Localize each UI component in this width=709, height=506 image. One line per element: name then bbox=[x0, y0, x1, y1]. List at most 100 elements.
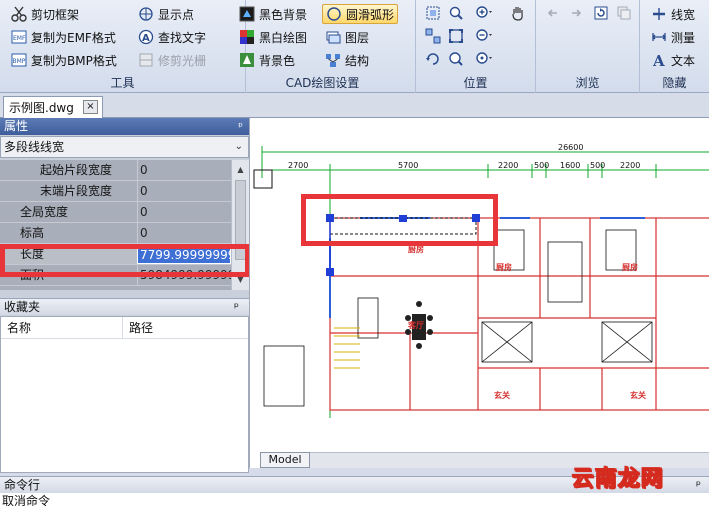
dimension-label: 2200 bbox=[620, 161, 640, 170]
zoom-region-icon[interactable] bbox=[423, 4, 443, 22]
show-points-button[interactable]: 显示点 bbox=[135, 4, 197, 24]
ribbon-group-tools: 剪切框架 EMF 复制为EMF格式 BMP 复制为BMP格式 显示点 A 查找文… bbox=[0, 0, 246, 93]
ribbon: 剪切框架 EMF 复制为EMF格式 BMP 复制为BMP格式 显示点 A 查找文… bbox=[0, 0, 709, 93]
black-bg-label: 黑色背景 bbox=[259, 7, 308, 22]
smooth-arc-label: 圆滑弧形 bbox=[346, 7, 395, 22]
drawing-canvas[interactable]: 26600 2700 5700 2200 500 1600 500 2200 厨… bbox=[249, 118, 709, 468]
property-row[interactable]: 标高 0 bbox=[0, 223, 231, 244]
chevron-down-icon: ⌄ bbox=[234, 141, 243, 152]
rotate-360-icon[interactable] bbox=[423, 50, 443, 68]
svg-text:A: A bbox=[142, 33, 150, 44]
find-text-button[interactable]: A 查找文字 bbox=[135, 27, 209, 47]
zoom-window-icon[interactable] bbox=[446, 4, 466, 22]
favorites-title: 收藏夹 bbox=[4, 300, 41, 314]
emf-icon: EMF bbox=[11, 29, 27, 45]
find-text-label: 查找文字 bbox=[158, 30, 207, 45]
scroll-up-icon[interactable]: ▲ bbox=[232, 162, 249, 178]
property-row[interactable]: 末端片段宽度 0 bbox=[0, 181, 231, 202]
trim-raster-label: 修剪光栅 bbox=[158, 53, 207, 68]
cut-frame-button[interactable]: 剪切框架 bbox=[8, 4, 82, 24]
document-tab-label: 示例图.dwg bbox=[9, 101, 74, 115]
properties-title: 属性 bbox=[4, 119, 29, 133]
document-tab-bar: 示例图.dwg × bbox=[0, 93, 709, 118]
trim-raster-button[interactable]: 修剪光栅 bbox=[135, 50, 209, 70]
document-tab[interactable]: 示例图.dwg × bbox=[3, 96, 103, 118]
line-width-label: 线宽 bbox=[671, 7, 696, 22]
property-value[interactable]: 0 bbox=[137, 181, 231, 201]
background-color-button[interactable]: 背景色 bbox=[236, 50, 298, 70]
object-type-value: 多段线线宽 bbox=[4, 140, 65, 154]
ribbon-group-caption: CAD绘图设置 bbox=[285, 76, 360, 90]
pin-icon[interactable]: ᵖ bbox=[696, 477, 701, 494]
layers-button[interactable]: 图层 bbox=[322, 27, 372, 47]
line-width-icon bbox=[651, 6, 667, 22]
layers-label: 图层 bbox=[345, 30, 370, 45]
ribbon-group-browse: 浏览 bbox=[536, 0, 640, 93]
dimension-label: 2700 bbox=[288, 161, 308, 170]
pin-icon[interactable]: ᵖ bbox=[234, 299, 239, 316]
ribbon-group-cad: 黑色背景 黑白绘图 背景色 圆滑弧形 图层 结构 CAD绘图设置 bbox=[230, 0, 416, 93]
svg-text:EMF: EMF bbox=[13, 35, 26, 42]
zoom-fit-icon[interactable] bbox=[446, 50, 466, 68]
copy-bmp-button[interactable]: BMP 复制为BMP格式 bbox=[8, 50, 120, 70]
dimension-label: 5700 bbox=[398, 161, 418, 170]
property-row[interactable]: 起始片段宽度 0 bbox=[0, 160, 231, 181]
copy-emf-button[interactable]: EMF 复制为EMF格式 bbox=[8, 27, 119, 47]
line-width-button[interactable]: 线宽 bbox=[648, 4, 698, 24]
scissors-icon bbox=[11, 6, 27, 22]
refresh-icon[interactable] bbox=[591, 4, 611, 22]
arrow-right-icon[interactable] bbox=[566, 4, 586, 22]
zoom-in-icon[interactable] bbox=[474, 4, 494, 22]
command-line-output[interactable]: 取消命令 bbox=[0, 493, 709, 506]
bw-drawing-button[interactable]: 黑白绘图 bbox=[236, 27, 310, 47]
property-row[interactable]: 全局宽度 0 bbox=[0, 202, 231, 223]
svg-text:BMP: BMP bbox=[13, 58, 26, 65]
room-label: 玄关 bbox=[630, 390, 646, 400]
arrow-left-icon[interactable] bbox=[543, 4, 563, 22]
column-name[interactable]: 名称 bbox=[1, 317, 123, 339]
pin-icon[interactable]: ᵖ bbox=[238, 118, 243, 135]
cut-frame-label: 剪切框架 bbox=[31, 7, 80, 22]
property-value[interactable]: 0 bbox=[137, 160, 231, 180]
zoom-out-icon[interactable] bbox=[474, 27, 494, 45]
raster-icon bbox=[138, 52, 154, 68]
room-label: 厨房 bbox=[496, 262, 512, 272]
model-tab[interactable]: Model bbox=[260, 452, 310, 468]
close-tab-icon[interactable]: × bbox=[83, 100, 98, 114]
ribbon-group-position: 位置 bbox=[416, 0, 536, 93]
watermark-logo: 云南龙网 bbox=[571, 467, 665, 493]
text-toggle-button[interactable]: A 文本 bbox=[648, 50, 698, 70]
structure-label: 结构 bbox=[345, 53, 370, 68]
pan-hand-icon[interactable] bbox=[508, 4, 528, 22]
highlight-box-selection bbox=[301, 194, 498, 246]
dimension-label: 1600 bbox=[560, 161, 580, 170]
smooth-arc-button[interactable]: 圆滑弧形 bbox=[322, 4, 399, 24]
text-a-icon: A bbox=[651, 52, 667, 70]
measure-icon bbox=[651, 29, 667, 45]
property-key: 全局宽度 bbox=[20, 205, 69, 219]
fit-layout-icon[interactable] bbox=[423, 27, 443, 45]
measure-button[interactable]: 测量 bbox=[648, 27, 698, 47]
command-line-title: 命令行 bbox=[4, 478, 41, 492]
object-type-select[interactable]: 多段线线宽 ⌄ bbox=[0, 136, 249, 158]
favorites-header: 收藏夹 ᵖ bbox=[0, 298, 249, 315]
zoom-extents-icon[interactable] bbox=[446, 27, 466, 45]
floor-plan-drawing: 26600 2700 5700 2200 500 1600 500 2200 厨… bbox=[253, 143, 709, 418]
black-bg-icon bbox=[239, 6, 255, 22]
zoom-options-icon[interactable] bbox=[474, 50, 494, 68]
black-background-button[interactable]: 黑色背景 bbox=[236, 4, 310, 24]
dimension-label: 500 bbox=[534, 161, 549, 170]
favorites-columns: 名称 路径 bbox=[1, 317, 248, 339]
find-text-icon: A bbox=[138, 29, 154, 45]
bw-drawing-label: 黑白绘图 bbox=[259, 30, 308, 45]
copy-emf-label: 复制为EMF格式 bbox=[31, 30, 116, 45]
property-value[interactable]: 0 bbox=[137, 223, 231, 243]
structure-button[interactable]: 结构 bbox=[322, 50, 372, 70]
copy-pages-icon[interactable] bbox=[614, 4, 634, 22]
dimension-label: 500 bbox=[590, 161, 605, 170]
ribbon-group-caption: 位置 bbox=[463, 76, 488, 90]
column-path[interactable]: 路径 bbox=[123, 317, 153, 339]
ribbon-group-caption: 隐藏 bbox=[662, 76, 687, 90]
property-value[interactable]: 0 bbox=[137, 202, 231, 222]
dimension-label: 2200 bbox=[498, 161, 518, 170]
